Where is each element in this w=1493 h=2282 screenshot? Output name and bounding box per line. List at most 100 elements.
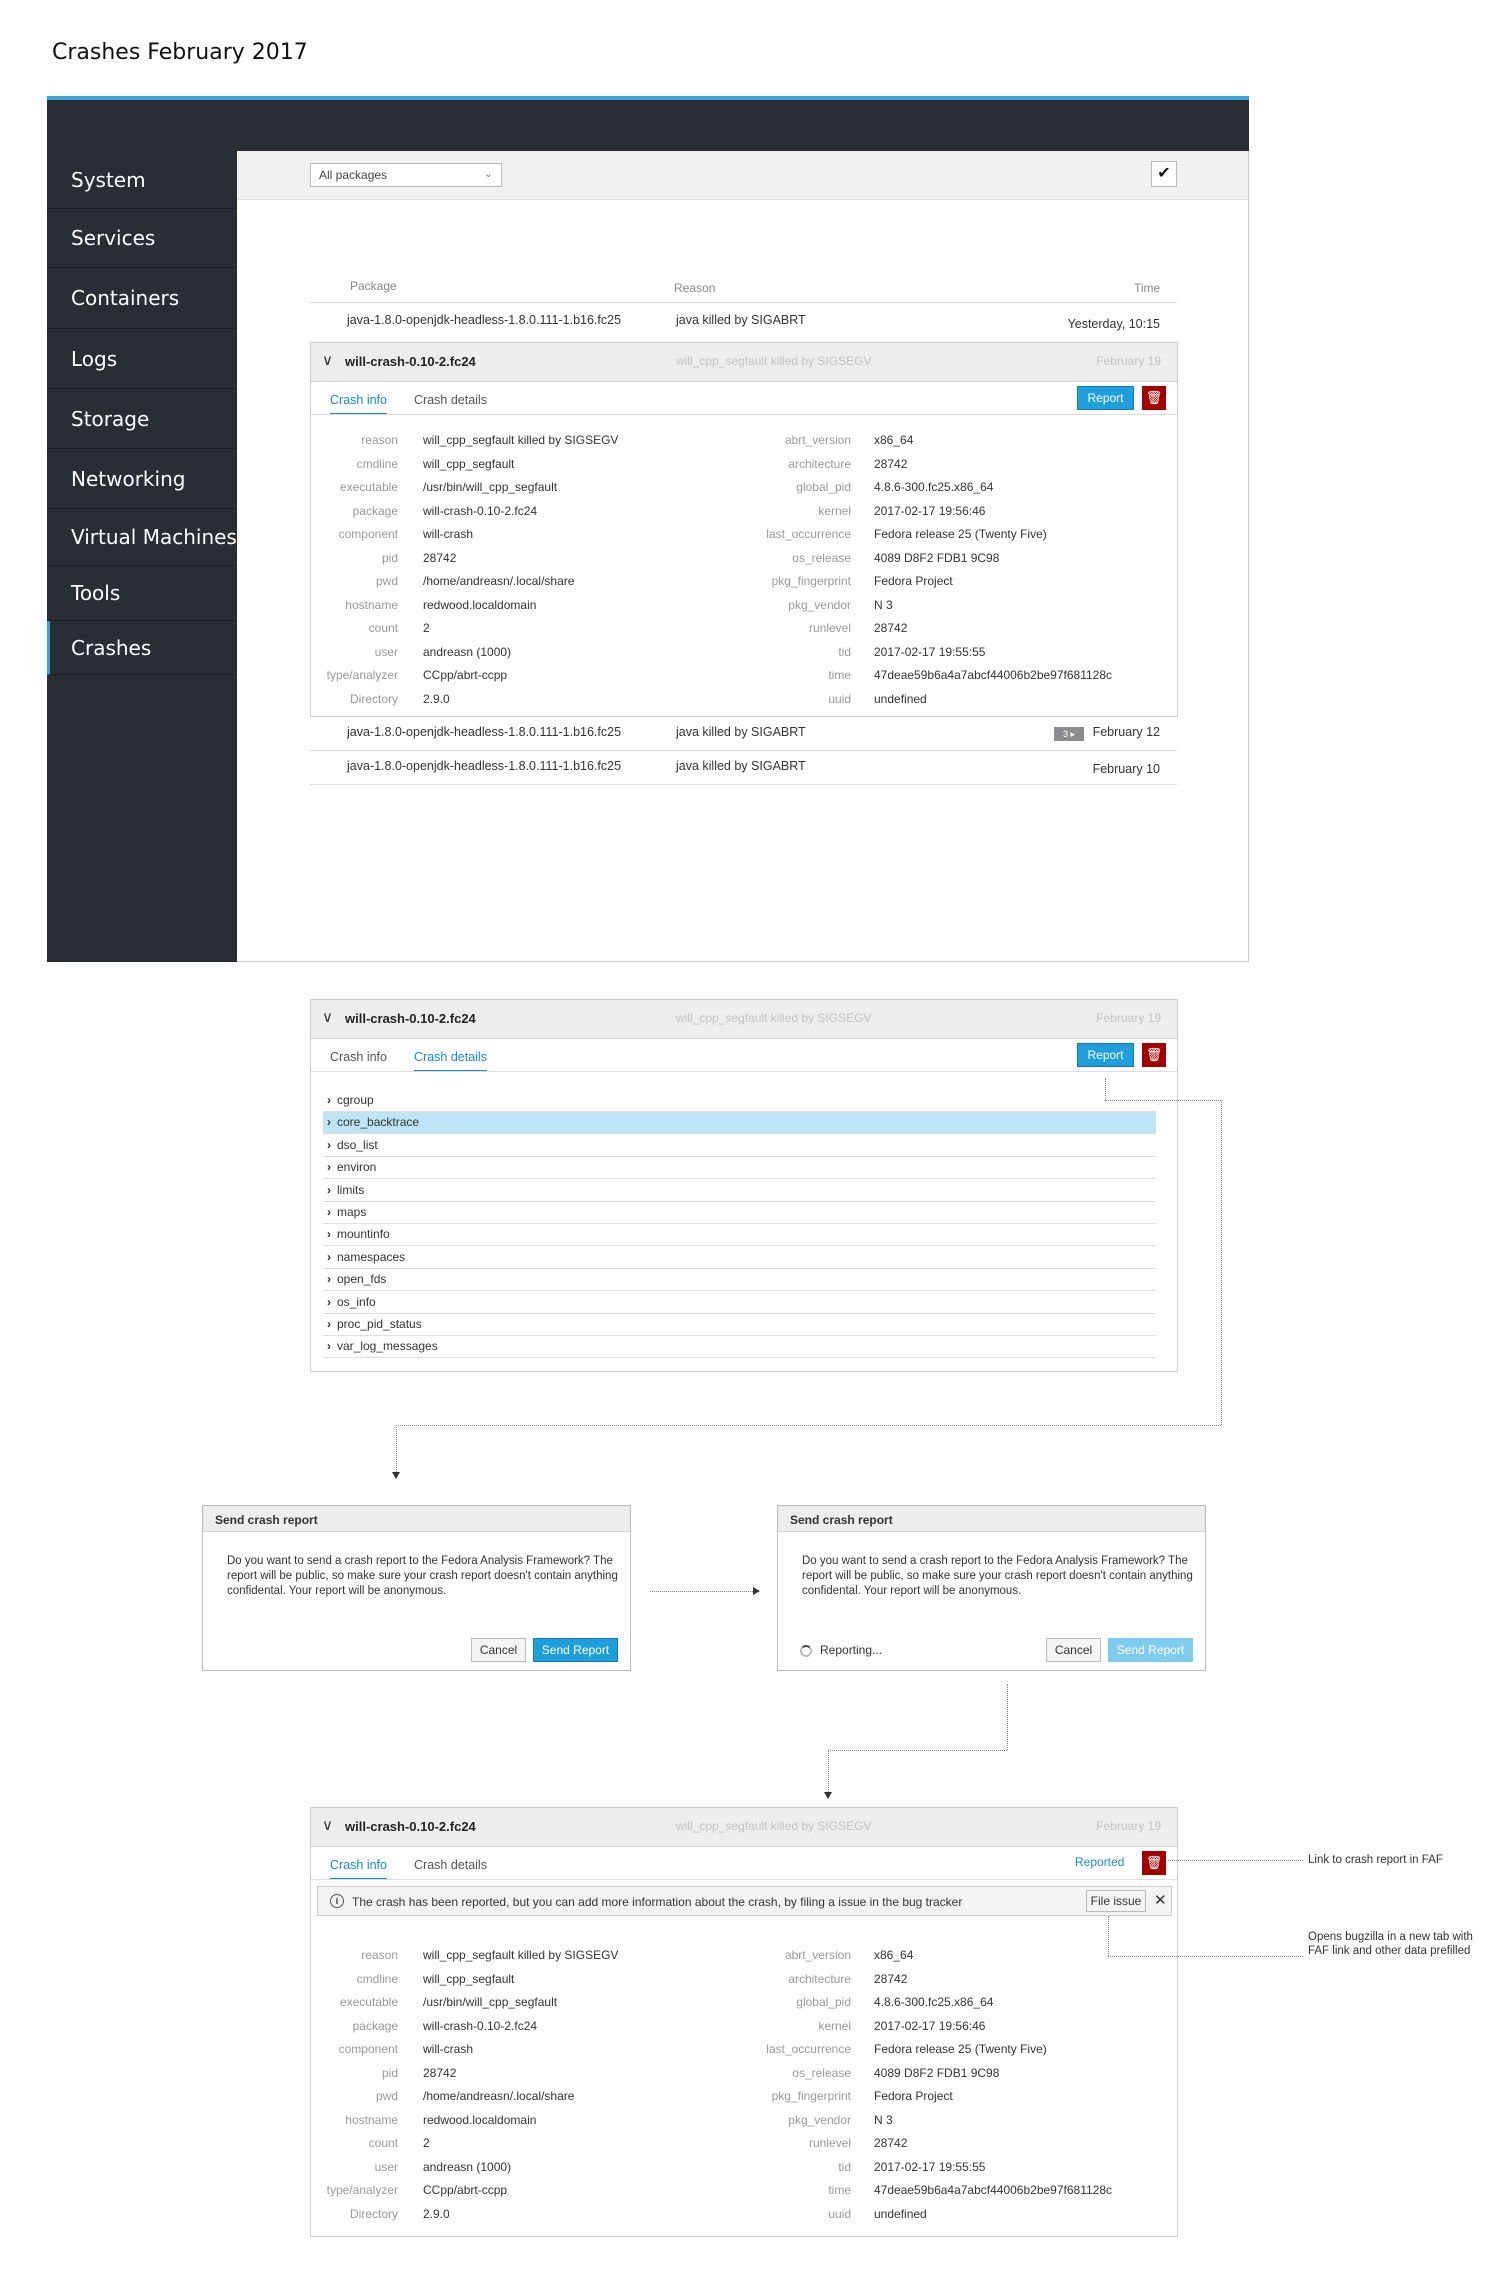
- field-key: component: [338, 2042, 398, 2056]
- chevron-right-icon: ›: [327, 1317, 331, 1331]
- details-item-var-log-messages[interactable]: › var_log_messages: [323, 1336, 1156, 1359]
- tab-crash-details[interactable]: Crash details: [414, 1858, 487, 1878]
- details-item-maps[interactable]: › maps: [323, 1202, 1156, 1224]
- field-key: architecture: [788, 456, 851, 471]
- sidebar-item-virtual-machines[interactable]: Virtual Machines: [47, 509, 237, 566]
- crash-panel-header[interactable]: ∨ will-crash-0.10-2.fc24 will_cpp_segfau…: [311, 1808, 1177, 1847]
- chevron-down-icon: ⌄: [483, 168, 493, 180]
- tab-crash-details[interactable]: Crash details: [414, 393, 487, 413]
- delete-button[interactable]: 🗑: [1142, 386, 1166, 410]
- cancel-button[interactable]: Cancel: [1046, 1638, 1101, 1662]
- sidebar-item-label: Networking: [71, 466, 186, 491]
- field-key: package: [352, 2018, 398, 2033]
- row-package: java-1.8.0-openjdk-headless-1.8.0.111-1.…: [347, 759, 622, 773]
- annotation-faf-link: Link to crash report in FAF: [1308, 1854, 1443, 1866]
- field-key: tid: [838, 644, 851, 659]
- cancel-button[interactable]: Cancel: [471, 1638, 526, 1662]
- sidebar-item-label: Containers: [71, 286, 180, 310]
- tab-crash-info[interactable]: Crash info: [330, 393, 387, 415]
- chevron-right-icon: ›: [327, 1339, 331, 1354]
- report-button[interactable]: Report: [1077, 1043, 1134, 1067]
- tab-crash-info[interactable]: Crash info: [330, 1050, 387, 1070]
- tab-crash-details[interactable]: Crash details: [414, 1050, 487, 1072]
- field-value: 28742: [874, 2136, 908, 2150]
- crash-date: February 19: [1096, 1819, 1161, 1833]
- reported-alert: i The crash has been reported, but you c…: [317, 1886, 1172, 1916]
- table-row[interactable]: java-1.8.0-openjdk-headless-1.8.0.111-1.…: [310, 717, 1177, 751]
- field-value: 2017-02-17 19:56:46: [874, 2018, 986, 2033]
- details-item-dso-list[interactable]: › dso_list: [323, 1135, 1156, 1157]
- report-button[interactable]: Report: [1077, 386, 1134, 410]
- sidebar-item-label: Logs: [71, 346, 118, 371]
- reported-link[interactable]: Reported: [1075, 1855, 1124, 1869]
- file-issue-button[interactable]: File issue: [1086, 1890, 1146, 1912]
- crash-panel-header[interactable]: ∨ will-crash-0.10-2.fc24 will_cpp_segfau…: [311, 343, 1177, 382]
- details-item-open-fds[interactable]: › open_fds: [323, 1269, 1156, 1292]
- select-all-checkbox[interactable]: ✔: [1151, 161, 1177, 187]
- field-key: package: [352, 503, 398, 518]
- connector: [396, 1425, 1221, 1426]
- chevron-right-icon: ›: [327, 1160, 331, 1175]
- field-key: cmdline: [356, 1971, 398, 1986]
- sidebar-item-label: Virtual Machines: [71, 525, 237, 549]
- chevron-right-icon: ›: [327, 1205, 331, 1219]
- arrow-down-icon: [824, 1792, 832, 1799]
- crash-panel-header[interactable]: ∨ will-crash-0.10-2.fc24 will_cpp_segfau…: [311, 1000, 1177, 1039]
- send-report-dialog-reporting: Send crash report Do you want to send a …: [777, 1505, 1206, 1671]
- crash-panel: ∨ will-crash-0.10-2.fc24 will_cpp_segfau…: [310, 342, 1178, 717]
- page-title: Crashes February 2017: [52, 40, 308, 65]
- field-value: 47deae59b6a4a7abcf44006b2be97f681128c: [874, 2183, 1113, 2197]
- dialog-body: Do you want to send a crash report to th…: [227, 1555, 618, 1597]
- sidebar-item-services[interactable]: Services: [47, 209, 237, 268]
- close-icon[interactable]: ✕: [1154, 1891, 1167, 1909]
- sidebar-item-logs[interactable]: Logs: [47, 329, 237, 389]
- field-key: hostname: [345, 2112, 398, 2127]
- chevron-right-icon: ›: [327, 1294, 331, 1309]
- sidebar-item-containers[interactable]: Containers: [47, 268, 237, 329]
- field-key: pkg_vendor: [788, 2112, 851, 2127]
- sidebar-item-networking[interactable]: Networking: [47, 449, 237, 509]
- connector: [1221, 1100, 1222, 1425]
- details-item-mountinfo[interactable]: › mountinfo: [323, 1224, 1156, 1247]
- trash-icon: 🗑: [1145, 1047, 1163, 1062]
- field-value: andreasn (1000): [423, 2159, 512, 2174]
- tab-crash-info[interactable]: Crash info: [330, 1858, 387, 1880]
- field-key: executable: [339, 480, 398, 494]
- sidebar-item-tools[interactable]: Tools: [47, 566, 237, 621]
- sidebar-item-system[interactable]: System: [47, 151, 237, 209]
- send-report-button[interactable]: Send Report: [533, 1638, 618, 1662]
- occurrence-badge[interactable]: 3 ▸: [1054, 727, 1084, 741]
- crash-panel-reported: ∨ will-crash-0.10-2.fc24 will_cpp_segfau…: [310, 1807, 1178, 2237]
- row-time: February 10: [1092, 762, 1160, 776]
- delete-button[interactable]: 🗑: [1142, 1851, 1166, 1875]
- details-item-label: var_log_messages: [337, 1339, 438, 1354]
- details-item-limits[interactable]: › limits: [323, 1180, 1156, 1202]
- details-item-cgroup[interactable]: › cgroup: [323, 1090, 1156, 1112]
- table-row[interactable]: java-1.8.0-openjdk-headless-1.8.0.111-1.…: [310, 303, 1177, 341]
- column-header-reason: Reason: [674, 281, 716, 295]
- crash-details-panel: ∨ will-crash-0.10-2.fc24 will_cpp_segfau…: [310, 999, 1178, 1372]
- details-item-proc-pid-status[interactable]: › proc_pid_status: [323, 1314, 1156, 1336]
- field-value: 2: [423, 621, 430, 635]
- table-row[interactable]: java-1.8.0-openjdk-headless-1.8.0.111-1.…: [310, 751, 1177, 785]
- dialog-title: Send crash report: [203, 1506, 630, 1532]
- details-item-core-backtrace[interactable]: › core_backtrace: [323, 1112, 1156, 1135]
- details-item-namespaces[interactable]: › namespaces: [323, 1247, 1156, 1269]
- details-item-environ[interactable]: › environ: [323, 1157, 1156, 1180]
- field-value: 4.8.6-300.fc25.x86_64: [874, 480, 994, 494]
- row-reason: java killed by SIGABRT: [676, 759, 806, 773]
- chevron-right-icon: ›: [327, 1137, 331, 1152]
- delete-button[interactable]: 🗑: [1142, 1043, 1166, 1067]
- sidebar-item-crashes[interactable]: Crashes: [47, 621, 237, 675]
- field-value: will-crash: [423, 527, 474, 541]
- sidebar-item-storage[interactable]: Storage: [47, 389, 237, 449]
- chevron-right-icon: ›: [327, 1249, 331, 1264]
- details-item-os-info[interactable]: › os_info: [323, 1292, 1156, 1314]
- field-value: CCpp/abrt-ccpp: [423, 2183, 508, 2197]
- tab-divider: [311, 414, 1177, 415]
- field-value: 2.9.0: [423, 691, 450, 706]
- field-value: Fedora Project: [874, 2089, 953, 2103]
- field-value: redwood.localdomain: [423, 2112, 537, 2127]
- row-time: Yesterday, 10:15: [1067, 317, 1160, 331]
- package-filter-select[interactable]: All packages ⌄: [310, 163, 502, 187]
